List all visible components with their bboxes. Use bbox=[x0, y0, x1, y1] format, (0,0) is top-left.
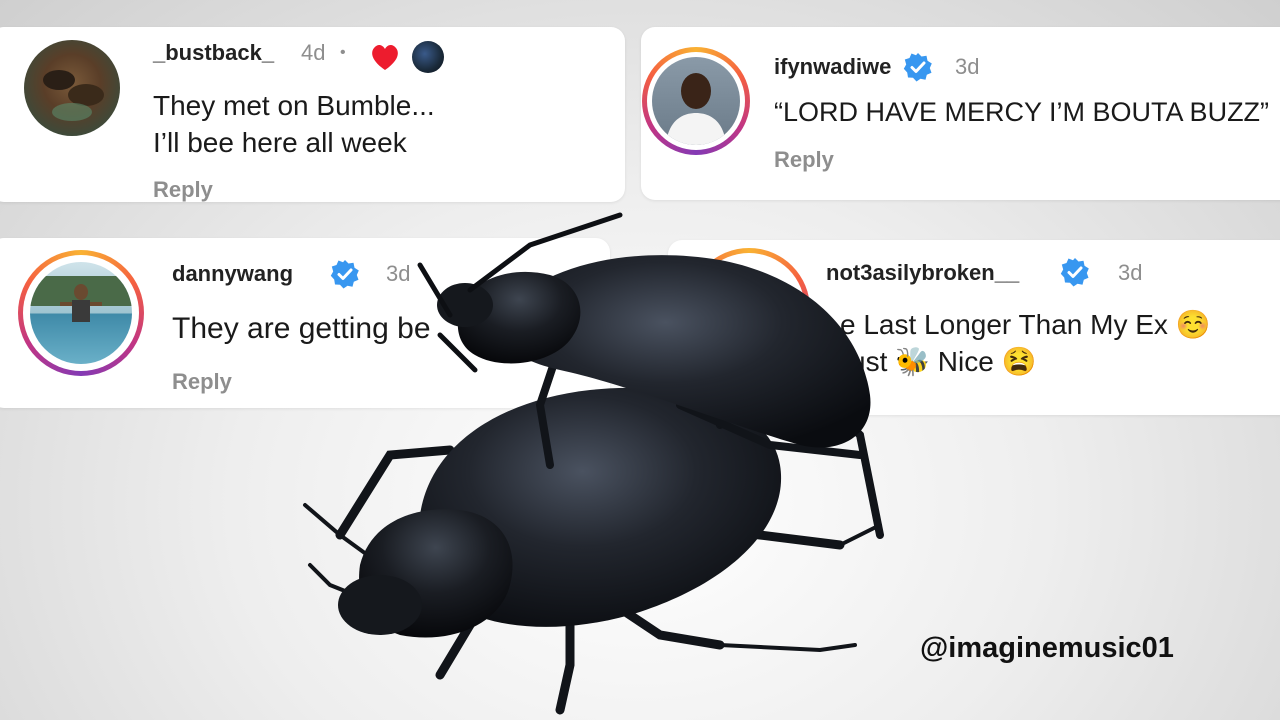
liker-avatar bbox=[412, 41, 444, 73]
man-avatar bbox=[652, 57, 740, 145]
comment-line: “LORD HAVE MERCY I’M BOUTA BUZZ” bbox=[774, 97, 1270, 127]
verified-badge-icon bbox=[903, 53, 932, 82]
verified-badge-icon bbox=[1060, 258, 1089, 287]
timestamp: 4d bbox=[301, 40, 326, 65]
separator-dot: • bbox=[340, 44, 346, 61]
username[interactable]: ifynwadiwe bbox=[774, 54, 891, 80]
username[interactable]: _bustback_ bbox=[153, 40, 274, 66]
timestamp: 3d bbox=[1118, 260, 1143, 285]
story-ring[interactable] bbox=[18, 250, 144, 376]
comment-line: They met on Bumble... bbox=[153, 90, 435, 121]
comment-card-ifynwadiwe: ifynwadiwe 3d “LORD HAVE MERCY I’M BOUTA… bbox=[641, 27, 1280, 200]
comment-line: I’ll bee here all week bbox=[153, 127, 407, 158]
comment-card-bustback: _bustback_ 4d • They met on Bumble... I’… bbox=[0, 27, 625, 202]
creator-handle: @imaginemusic01 bbox=[920, 632, 1174, 664]
beetles-image bbox=[303, 212, 884, 715]
comment-text: “LORD HAVE MERCY I’M BOUTA BUZZ” bbox=[774, 94, 1269, 131]
pool-avatar bbox=[30, 262, 132, 364]
heart-icon[interactable] bbox=[370, 43, 400, 71]
reply-button[interactable]: Reply bbox=[153, 177, 213, 202]
bees-avatar[interactable] bbox=[24, 40, 120, 136]
comment-text: e Last Longer Than My Ex ☺️ ust 🐝 Nice 😫 bbox=[840, 306, 1211, 380]
timestamp: 3d bbox=[955, 54, 980, 79]
comment-text: They met on Bumble... I’ll bee here all … bbox=[153, 87, 435, 161]
comment-line: e Last Longer Than My Ex ☺️ bbox=[840, 309, 1211, 340]
reply-button[interactable]: Reply bbox=[172, 369, 232, 395]
story-ring[interactable] bbox=[642, 47, 750, 155]
reply-button[interactable]: Reply bbox=[774, 147, 834, 173]
comment-line: ust 🐝 Nice 😫 bbox=[850, 346, 1037, 377]
username[interactable]: dannywang bbox=[172, 261, 293, 287]
